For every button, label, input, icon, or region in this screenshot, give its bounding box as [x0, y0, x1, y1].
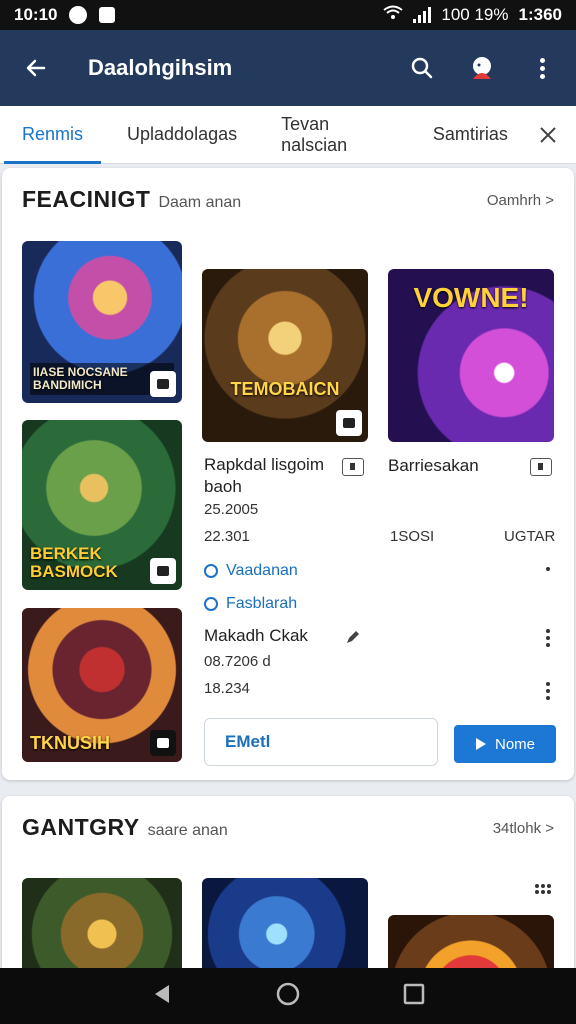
- profile-button[interactable]: [462, 48, 502, 88]
- item-price: 25.2005: [204, 501, 259, 518]
- nav-home-icon: [276, 982, 300, 1005]
- tab-bar: Renmis Upladdolagas Tevan nalscian Samti…: [0, 106, 576, 164]
- option-label: Fasblarah: [226, 595, 298, 612]
- game-tile[interactable]: VOWNE!: [388, 269, 554, 442]
- game-tile[interactable]: BERKEK BASMOCK: [22, 420, 182, 590]
- category-section: GANTGRY saare anan 34tlohk >: [2, 796, 574, 996]
- status-bar: 10:10 100 19% 1:360: [0, 0, 576, 30]
- section-subtitle: Daam anan: [158, 194, 242, 211]
- play-icon: [475, 738, 486, 750]
- app-title: Daalohgihsim: [88, 55, 233, 80]
- more-vert-icon[interactable]: [546, 629, 550, 647]
- nav-home-button[interactable]: [275, 981, 301, 1012]
- game-title-art: VOWNE!: [413, 282, 529, 313]
- status-time-left: 10:10: [14, 5, 58, 24]
- grid-menu-icon[interactable]: [534, 882, 552, 894]
- secondary-button[interactable]: EMetl: [204, 718, 438, 766]
- info-icon[interactable]: [530, 458, 552, 476]
- section-title: FEACINIGT: [22, 186, 151, 212]
- nav-back-icon: [155, 984, 169, 1003]
- nav-recents-button[interactable]: [403, 983, 425, 1010]
- search-icon: [411, 57, 433, 79]
- see-all-link[interactable]: Oamhrh >: [487, 192, 554, 209]
- more-vert-icon: [540, 57, 545, 79]
- radio-icon: [204, 597, 218, 611]
- more-vert-icon[interactable]: [546, 567, 550, 571]
- close-tabs-button[interactable]: [530, 115, 566, 155]
- tab-upladdolagas[interactable]: Upladdolagas: [105, 106, 259, 164]
- app-notification-icon: [99, 7, 116, 23]
- back-arrow-icon: [26, 59, 46, 77]
- camera-icon: [150, 730, 176, 756]
- game-tile[interactable]: TEMOBAICN: [202, 269, 368, 442]
- secondary-button-label: EMetl: [225, 732, 271, 751]
- featured-section: FEACINIGT Daam anan Oamhrh > IIASE NOCSA…: [2, 168, 574, 780]
- item-name: Rapkdal lisgoim baoh: [204, 455, 324, 497]
- info-icon[interactable]: [342, 458, 364, 476]
- app-bar: Daalohgihsim: [0, 30, 576, 106]
- game-tile[interactable]: TKNUSIH: [22, 608, 182, 762]
- more-options-button[interactable]: [522, 48, 562, 88]
- section-title: GANTGRY: [22, 814, 140, 840]
- item-count: UGTAR: [504, 528, 556, 545]
- badge-icon: [150, 371, 176, 397]
- play-button[interactable]: Nome: [454, 725, 556, 763]
- detail-name: Makadh Ckak: [204, 626, 308, 645]
- item-name: Barriesakan: [388, 456, 479, 475]
- back-button[interactable]: [14, 46, 58, 90]
- avatar-icon: [473, 57, 491, 79]
- nav-back-button[interactable]: [151, 983, 173, 1010]
- section-subtitle: saare anan: [147, 822, 228, 839]
- status-time-right: 1:360: [518, 5, 562, 24]
- see-all-link[interactable]: 34tlohk >: [493, 820, 554, 837]
- item-count: 22.301: [204, 528, 250, 545]
- game-title-art: TEMOBAICN: [230, 379, 340, 400]
- nav-recents-icon: [403, 983, 425, 1004]
- notification-icon: [69, 6, 88, 24]
- option-label: Vaadanan: [226, 562, 298, 579]
- wifi-icon: [383, 5, 404, 26]
- game-tile[interactable]: IIASE NOCSANE BANDIMICH: [22, 241, 182, 403]
- more-vert-icon[interactable]: [546, 682, 550, 700]
- option-row[interactable]: Vaadanan: [204, 562, 298, 580]
- detail-value: 08.7206 d: [204, 653, 271, 670]
- item-count: 1SOSI: [390, 528, 435, 545]
- option-row[interactable]: Fasblarah: [204, 595, 297, 613]
- radio-icon: [204, 564, 218, 578]
- tab-samtirias[interactable]: Samtirias: [411, 106, 530, 164]
- system-nav-bar: [0, 968, 576, 1024]
- search-button[interactable]: [402, 48, 442, 88]
- tab-tevan-nalscian[interactable]: Tevan nalscian: [259, 106, 411, 164]
- play-button-label: Nome: [494, 735, 535, 753]
- badge-icon: [336, 410, 362, 436]
- signal-icon: [413, 7, 432, 23]
- camera-icon: [150, 558, 176, 584]
- detail-value: 18.234: [204, 680, 250, 697]
- close-icon: [540, 126, 556, 143]
- tab-renmis[interactable]: Renmis: [0, 106, 105, 164]
- battery-text: 100 19%: [441, 5, 509, 24]
- edit-icon[interactable]: [344, 628, 362, 651]
